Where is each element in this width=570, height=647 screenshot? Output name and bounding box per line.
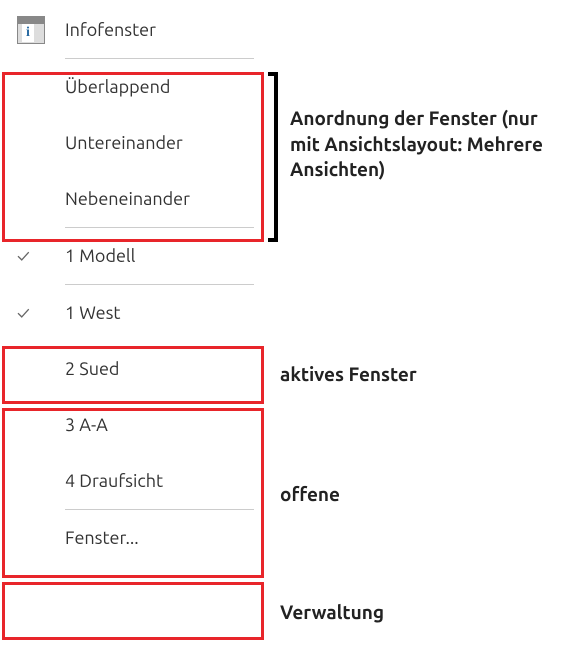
- menu-label: 4 Draufsicht: [65, 471, 264, 491]
- menu-item-window-draufsicht[interactable]: 4 Draufsicht: [2, 453, 264, 509]
- menu-label: 1 West: [65, 303, 264, 323]
- checkmark-icon: ✓: [17, 246, 65, 266]
- highlight-manage: [2, 582, 264, 640]
- annotation-active: aktives Fenster: [280, 362, 417, 388]
- menu-item-cascade[interactable]: Überlappend: [2, 59, 264, 115]
- window-menu: Infofenster Überlappend Untereinander Ne…: [2, 2, 264, 566]
- menu-label: 1 Modell: [65, 246, 264, 266]
- menu-label: Nebeneinander: [65, 189, 264, 209]
- menu-item-window-sued[interactable]: 2 Sued: [2, 341, 264, 397]
- menu-item-window-west[interactable]: ✓ 1 West: [2, 285, 264, 341]
- menu-item-model[interactable]: ✓ 1 Modell: [2, 228, 264, 284]
- menu-label: Untereinander: [65, 133, 264, 153]
- menu-label: Infofenster: [65, 20, 264, 40]
- menu-item-tile-vertical[interactable]: Nebeneinander: [2, 171, 264, 227]
- menu-label: 2 Sued: [65, 359, 264, 379]
- menu-label: Fenster...: [65, 528, 264, 548]
- annotation-arrangement: Anordnung der Fenster (nur mit Ansichtsl…: [290, 106, 560, 183]
- checkmark-icon: ✓: [17, 303, 65, 323]
- menu-label: 3 A-A: [65, 415, 264, 435]
- menu-item-window-aa[interactable]: 3 A-A: [2, 397, 264, 453]
- menu-label: Überlappend: [65, 77, 264, 97]
- menu-item-tile-horizontal[interactable]: Untereinander: [2, 115, 264, 171]
- menu-item-manage-windows[interactable]: Fenster...: [2, 510, 264, 566]
- bracket-arrangement: [268, 72, 278, 242]
- annotation-open: offene: [280, 482, 340, 508]
- menu-item-infofenster[interactable]: Infofenster: [2, 2, 264, 58]
- info-icon: [17, 16, 65, 44]
- annotation-manage: Verwaltung: [280, 600, 384, 626]
